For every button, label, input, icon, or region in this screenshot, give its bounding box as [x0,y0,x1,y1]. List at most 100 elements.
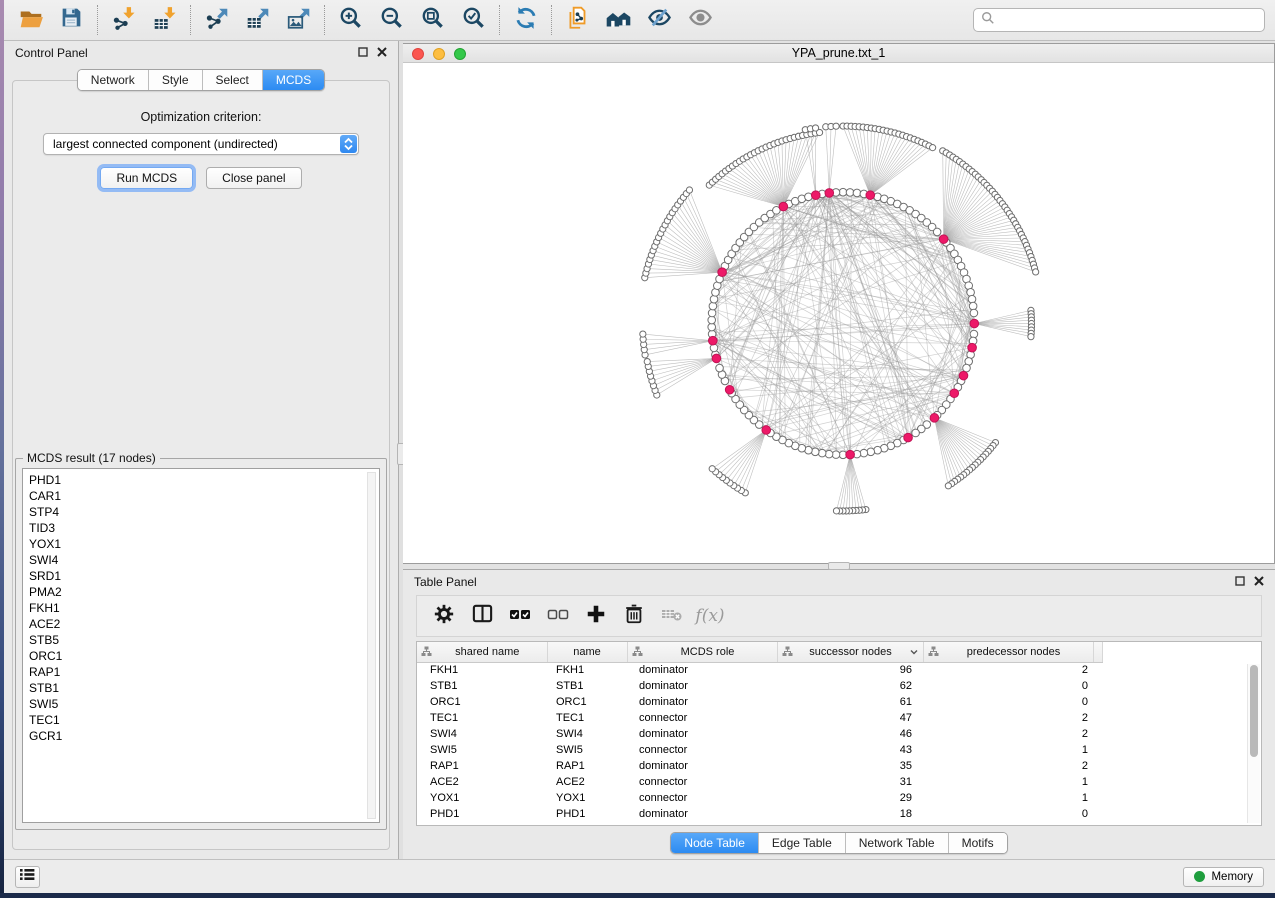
table-row[interactable]: SWI4SWI4dominator462 [417,726,1102,742]
close-panel-button[interactable]: Close panel [206,167,301,189]
table-cell: ACE2 [417,774,547,790]
open-file-button[interactable] [10,2,51,38]
run-mcds-button[interactable]: Run MCDS [100,167,193,189]
zoom-selected-button[interactable] [453,2,494,38]
zoom-fit-button[interactable] [412,2,453,38]
deselect-all-rows-button[interactable] [540,599,576,633]
table-scrollbar-thumb[interactable] [1250,665,1258,757]
table-cell: dominator [627,758,777,774]
tab-network-table[interactable]: Network Table [845,833,948,853]
table-row[interactable]: PHD1PHD1dominator180 [417,806,1102,822]
mcds-result-item[interactable]: RAP1 [29,664,379,680]
tab-select[interactable]: Select [202,70,262,90]
table-settings-button[interactable] [426,599,462,633]
close-panel-icon[interactable] [377,44,387,62]
export-image-button[interactable] [278,2,319,38]
list-icon [20,868,35,886]
column-header-predecessor-nodes[interactable]: predecessor nodes [923,642,1093,662]
close-panel-icon[interactable] [1254,573,1264,591]
column-header-successor-nodes[interactable]: successor nodes [777,642,923,662]
mcds-result-item[interactable]: YOX1 [29,536,379,552]
tab-mcds[interactable]: MCDS [262,70,324,90]
table-cell: 47 [777,710,923,726]
mcds-result-item[interactable]: TID3 [29,520,379,536]
select-all-rows-button[interactable] [502,599,538,633]
result-list-scrollbar[interactable] [367,472,376,819]
zoom-out-button[interactable] [371,2,412,38]
mcds-result-item[interactable]: ACE2 [29,616,379,632]
horizontal-splitter[interactable] [403,564,1275,569]
mcds-tab-content: Optimization criterion: largest connecte… [12,80,390,850]
mcds-result-item[interactable]: FKH1 [29,600,379,616]
mcds-result-item[interactable]: CAR1 [29,488,379,504]
table-cell: STB1 [417,678,547,694]
tab-network[interactable]: Network [78,70,148,90]
show-columns-button[interactable] [464,599,500,633]
mcds-result-item[interactable]: STP4 [29,504,379,520]
mcds-result-item[interactable]: STB1 [29,680,379,696]
network-search-field[interactable] [973,8,1265,32]
table-row[interactable]: ORC1ORC1dominator610 [417,694,1102,710]
table-row[interactable]: ACE2ACE2connector311 [417,774,1102,790]
window-minimize-icon[interactable] [433,48,445,60]
table-row[interactable]: FKH1FKH1dominator962 [417,662,1102,678]
search-input[interactable] [1001,13,1257,27]
hide-selected-button[interactable] [639,2,680,38]
network-canvas[interactable] [403,63,1274,563]
mcds-result-item[interactable]: PMA2 [29,584,379,600]
mcds-result-item[interactable]: PHD1 [29,472,379,488]
import-table-button[interactable] [144,2,185,38]
table-row[interactable]: YOX1YOX1connector291 [417,790,1102,806]
table-panel-title: Table Panel [414,575,477,589]
first-neighbors-button[interactable] [598,2,639,38]
import-network-button[interactable] [103,2,144,38]
task-history-button[interactable] [15,866,40,888]
delete-columns-button[interactable] [616,599,652,633]
window-close-icon[interactable] [412,48,424,60]
tab-motifs[interactable]: Motifs [948,833,1007,853]
refresh-button[interactable] [505,2,546,38]
column-header-shared-name[interactable]: shared name [417,642,547,662]
table-row[interactable]: RAP1RAP1dominator352 [417,758,1102,774]
table-cell: 31 [777,774,923,790]
float-panel-icon[interactable] [1235,573,1245,591]
save-session-button[interactable] [51,2,92,38]
export-table-button[interactable] [237,2,278,38]
table-scrollbar[interactable] [1247,664,1260,823]
export-network-button[interactable] [196,2,237,38]
mcds-result-list[interactable]: PHD1CAR1STP4TID3YOX1SWI4SRD1PMA2FKH1ACE2… [22,468,380,823]
mcds-result-item[interactable]: STB5 [29,632,379,648]
column-header-name[interactable]: name [547,642,627,662]
export-table-icon [245,5,271,36]
column-header-mcds-role[interactable]: MCDS role [627,642,777,662]
tab-edge-table[interactable]: Edge Table [758,833,845,853]
horizontal-splitter-handle[interactable] [828,562,850,570]
mcds-result-item[interactable]: GCR1 [29,728,379,744]
table-row[interactable]: STB1STB1dominator620 [417,678,1102,694]
mcds-result-item[interactable]: SWI5 [29,696,379,712]
clone-network-button[interactable] [557,2,598,38]
checked-boxes-icon [508,602,532,631]
mcds-result-item[interactable]: SRD1 [29,568,379,584]
zoom-in-button[interactable] [330,2,371,38]
show-all-button[interactable] [680,2,721,38]
table-cell: SWI4 [417,726,547,742]
network-window-titlebar[interactable]: YPA_prune.txt_1 [403,44,1274,63]
mcds-result-item[interactable]: ORC1 [29,648,379,664]
desktop-wallpaper-bottom [0,893,1275,898]
add-column-button[interactable] [578,599,614,633]
table-row[interactable]: TEC1TEC1connector472 [417,710,1102,726]
plus-icon [585,603,607,630]
memory-button[interactable]: Memory [1183,867,1264,887]
table-cell: connector [627,774,777,790]
tab-style[interactable]: Style [148,70,202,90]
mcds-result-item[interactable]: SWI4 [29,552,379,568]
table-row[interactable]: SWI5SWI5connector431 [417,742,1102,758]
unchecked-boxes-icon [546,602,570,631]
mcds-result-item[interactable]: TEC1 [29,712,379,728]
network-graph[interactable] [403,63,1274,563]
tab-node-table[interactable]: Node Table [671,833,758,853]
optimization-criterion-dropdown[interactable]: largest connected component (undirected) [43,133,359,155]
window-maximize-icon[interactable] [454,48,466,60]
float-panel-icon[interactable] [358,44,368,62]
